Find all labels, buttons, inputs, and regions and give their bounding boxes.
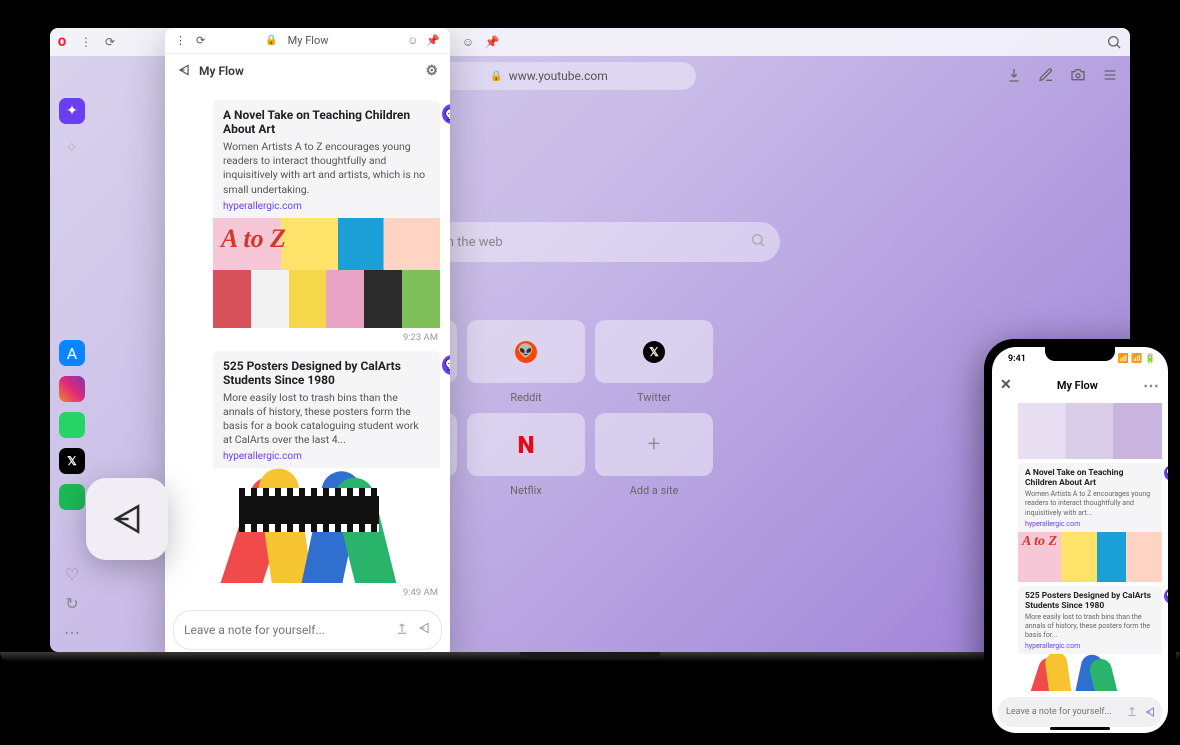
flow-title: My Flow <box>199 64 244 78</box>
heart-icon[interactable]: ♡ <box>59 565 85 584</box>
send-icon[interactable] <box>1144 703 1156 722</box>
tile-netflix[interactable]: N Netflix <box>467 413 585 476</box>
card-source: hyperallergic.com <box>223 451 430 462</box>
appstore-icon[interactable]: A <box>59 340 85 366</box>
download-icon[interactable] <box>1006 67 1024 85</box>
current-url: www.youtube.com <box>509 69 608 83</box>
flow-card[interactable]: 💬 A Novel Take on Teaching Children Abou… <box>213 100 440 328</box>
lock-icon: 🔒 <box>490 71 502 82</box>
desktop-screen: O ⋮ ⟳ 🔒 My Flow ☺ 📌 🔒 www.youtube.com <box>50 28 1130 652</box>
pin-icon[interactable]: 📌 <box>426 34 440 47</box>
card-title: A Novel Take on Teaching Children About … <box>223 108 430 136</box>
tile-add-site[interactable]: + Add a site <box>595 413 713 476</box>
card-source: hyperallergic.com <box>1025 642 1155 650</box>
reload-icon[interactable]: ⟳ <box>102 34 118 50</box>
tile-label: Netflix <box>467 484 585 497</box>
reload-icon[interactable]: ⟳ <box>196 34 205 47</box>
phone-card[interactable]: 💬 A Novel Take on Teaching Children Abou… <box>1018 463 1162 582</box>
home-indicator[interactable] <box>1050 727 1110 730</box>
card-title: 525 Posters Designed by CalArts Students… <box>223 359 430 387</box>
hamburger-icon[interactable] <box>1102 67 1120 85</box>
send-icon[interactable] <box>417 621 431 639</box>
card-image <box>1018 654 1162 691</box>
tile-twitter[interactable]: 𝕏 Twitter <box>595 320 713 383</box>
card-desc: More easily lost to trash bins than the … <box>1025 613 1155 640</box>
phone-indicators: 📶 📶 🔋 <box>1118 354 1156 364</box>
phone-screen: 9:41 📶 📶 🔋 ✕ My Flow ⋯ 💬 A Novel Take on… <box>992 347 1168 733</box>
whatsapp-icon[interactable] <box>59 412 85 438</box>
phone-notch <box>1045 347 1115 361</box>
flow-messages[interactable]: 💬 A Novel Take on Teaching Children Abou… <box>165 88 450 602</box>
speed-dial-icon[interactable]: ◇ <box>54 129 91 166</box>
tile-label: Reddit <box>467 391 585 404</box>
upload-icon[interactable] <box>395 621 409 639</box>
myflow-panel: ⋮ ⟳ 🔒 My Flow ☺ 📌 My Flow ⚙ 💬 <box>165 28 450 652</box>
card-title: A Novel Take on Teaching Children About … <box>1025 468 1155 488</box>
phone-input-bar[interactable] <box>998 697 1162 727</box>
new-tab-button[interactable]: ✦ <box>59 98 85 124</box>
card-desc: More easily lost to trash bins than the … <box>223 391 430 448</box>
tile-reddit[interactable]: 👽 Reddit <box>467 320 585 383</box>
card-image <box>213 468 440 583</box>
card-timestamp: 9:49 AM <box>165 585 450 598</box>
flow-avatar-icon: 💬 <box>1164 588 1168 604</box>
card-timestamp: 9:23 AM <box>165 330 450 343</box>
phone-text-input[interactable] <box>1006 707 1120 717</box>
phone-header: ✕ My Flow ⋯ <box>992 371 1168 399</box>
send-icon <box>177 63 191 80</box>
menu-dots-icon[interactable]: ⋮ <box>78 34 94 50</box>
tile-label: Twitter <box>595 391 713 404</box>
phone-messages[interactable]: 💬 A Novel Take on Teaching Children Abou… <box>992 399 1168 691</box>
myflow-app-icon <box>86 478 168 560</box>
menu-dots-icon[interactable]: ⋮ <box>175 34 186 47</box>
history-icon[interactable]: ↻ <box>59 594 85 613</box>
flow-header: My Flow ⚙ <box>165 54 450 88</box>
card-image <box>1018 403 1162 459</box>
opera-logo-icon: O <box>54 34 70 50</box>
camera-icon[interactable] <box>1070 67 1088 85</box>
laptop-hinge-notch <box>520 652 660 658</box>
flow-avatar-icon: 💬 <box>442 104 450 124</box>
smile-icon[interactable]: ☺ <box>407 34 418 47</box>
search-icon <box>750 232 766 252</box>
more-icon[interactable]: ⋯ <box>59 623 85 642</box>
gear-icon[interactable]: ⚙ <box>425 63 438 79</box>
smile-icon[interactable]: ☺ <box>460 34 476 50</box>
phone-frame: 9:41 📶 📶 🔋 ✕ My Flow ⋯ 💬 A Novel Take on… <box>984 339 1176 741</box>
search-input[interactable]: Search the web <box>400 222 780 262</box>
flow-avatar-icon: 💬 <box>1164 465 1168 481</box>
card-desc: Women Artists A to Z encourages young re… <box>1025 490 1155 517</box>
flow-input-bar[interactable] <box>173 610 442 650</box>
flow-tab-bar: ⋮ ⟳ 🔒 My Flow ☺ 📌 <box>165 28 450 54</box>
more-icon[interactable]: ⋯ <box>1143 376 1160 395</box>
sidebar-rail: ✦ ◇ A 𝕏 ♡ ↻ ⋯ <box>50 56 94 652</box>
lock-icon: 🔒 <box>265 35 277 46</box>
card-image <box>213 218 440 328</box>
card-title: 525 Posters Designed by CalArts Students… <box>1025 591 1155 611</box>
edit-icon[interactable] <box>1038 67 1056 85</box>
phone-title: My Flow <box>1012 379 1143 392</box>
instagram-icon[interactable] <box>59 376 85 402</box>
pin-icon[interactable]: 📌 <box>484 34 500 50</box>
flow-avatar-icon: 💬 <box>442 355 450 375</box>
phone-card[interactable] <box>1018 403 1162 459</box>
flow-tab-title: My Flow <box>288 34 329 47</box>
card-source: hyperallergic.com <box>1025 520 1155 528</box>
phone-card[interactable]: 💬 525 Posters Designed by CalArts Studen… <box>1018 586 1162 691</box>
upload-icon[interactable] <box>1126 705 1138 720</box>
x-icon[interactable]: 𝕏 <box>59 448 85 474</box>
flow-text-input[interactable] <box>184 623 387 637</box>
card-image <box>1018 532 1162 582</box>
card-desc: Women Artists A to Z encourages young re… <box>223 140 430 197</box>
search-icon[interactable] <box>1106 34 1122 50</box>
tile-label: Add a site <box>595 484 713 497</box>
flow-card[interactable]: 💬 525 Posters Designed by CalArts Studen… <box>213 351 440 584</box>
phone-time: 9:41 <box>1008 354 1026 364</box>
spotify-icon[interactable] <box>59 484 85 510</box>
card-source: hyperallergic.com <box>223 201 430 212</box>
close-icon[interactable]: ✕ <box>1000 377 1012 393</box>
